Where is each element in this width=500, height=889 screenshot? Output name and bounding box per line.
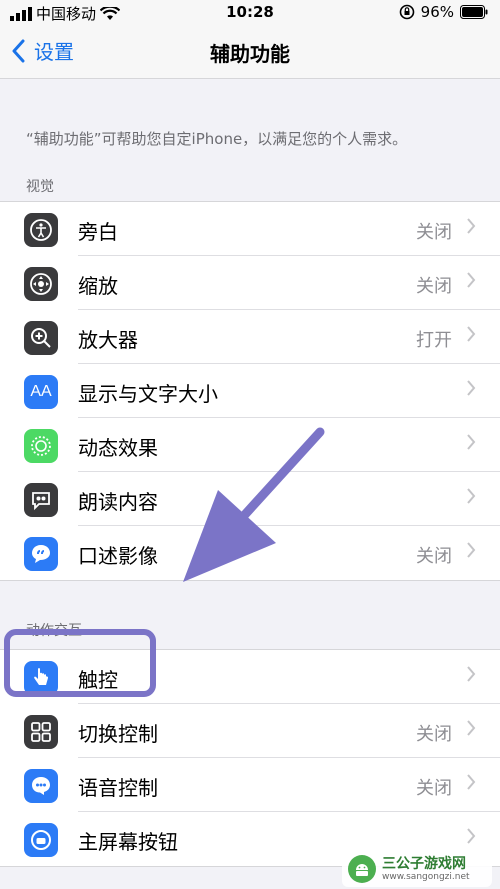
watermark-title: 三公子游戏网 (382, 855, 466, 872)
zoom-icon (24, 267, 58, 301)
watermark-text: 三公子游戏网 www.sangongzi.net (382, 855, 470, 882)
voice-control-icon (24, 769, 58, 803)
android-logo-icon (348, 855, 376, 883)
battery-percent: 96% (420, 3, 454, 21)
row-label: 放大器 (78, 328, 138, 352)
chevron-right-icon (467, 218, 476, 234)
section-header-vision: 视觉 (26, 179, 54, 195)
chevron-right-icon (467, 272, 476, 288)
row-label: 动态效果 (78, 436, 158, 460)
home-button-icon (24, 823, 58, 857)
text-size-icon: AA (24, 375, 58, 409)
switch-control-icon (24, 715, 58, 749)
row-label: 语音控制 (78, 776, 158, 800)
orientation-lock-icon (399, 4, 414, 20)
row-motion[interactable]: 动态效果 (0, 418, 500, 472)
battery-info: 96% (399, 3, 488, 21)
row-label: 缩放 (78, 274, 118, 298)
row-switch-control[interactable]: 切换控制 关闭 (0, 704, 500, 758)
audio-description-icon (24, 537, 58, 571)
chevron-right-icon (467, 542, 476, 558)
row-value: 关闭 (416, 546, 452, 567)
navigation-bar: 设置 辅助功能 (0, 26, 500, 79)
row-audio-descriptions[interactable]: 口述影像 关闭 (0, 526, 500, 580)
row-label: 口述影像 (78, 544, 158, 568)
row-spoken-content[interactable]: 朗读内容 (0, 472, 500, 526)
battery-icon (460, 5, 488, 19)
row-label: 切换控制 (78, 722, 158, 746)
vision-group: 旁白 关闭 缩放 关闭 放大器 打开 AA 显示与文字大小 动态效果 朗读内容 … (0, 201, 500, 581)
watermark-url: www.sangongzi.net (382, 871, 470, 882)
chevron-right-icon (467, 720, 476, 736)
row-value: 关闭 (416, 222, 452, 243)
chevron-right-icon (467, 666, 476, 682)
site-watermark: 三公子游戏网 www.sangongzi.net (342, 851, 492, 887)
chevron-right-icon (467, 326, 476, 342)
row-magnifier[interactable]: 放大器 打开 (0, 310, 500, 364)
magnifier-icon (24, 321, 58, 355)
chevron-right-icon (467, 380, 476, 396)
row-label: 主屏幕按钮 (78, 830, 178, 854)
row-value: 关闭 (416, 724, 452, 745)
row-voiceover[interactable]: 旁白 关闭 (0, 202, 500, 256)
motion-icon (24, 429, 58, 463)
row-label: 旁白 (78, 220, 118, 244)
row-value: 打开 (416, 330, 452, 351)
row-label: 显示与文字大小 (78, 382, 218, 406)
row-display-text-size[interactable]: AA 显示与文字大小 (0, 364, 500, 418)
row-value: 关闭 (416, 778, 452, 799)
chevron-right-icon (467, 828, 476, 844)
chevron-right-icon (467, 434, 476, 450)
row-voice-control[interactable]: 语音控制 关闭 (0, 758, 500, 812)
row-zoom[interactable]: 缩放 关闭 (0, 256, 500, 310)
page-title: 辅助功能 (210, 42, 290, 66)
voiceover-icon (24, 213, 58, 247)
row-label: 朗读内容 (78, 490, 158, 514)
row-value: 关闭 (416, 276, 452, 297)
touch-highlight-box (4, 629, 156, 697)
status-bar: 中国移动 10:28 96% (0, 0, 500, 26)
chevron-right-icon (467, 774, 476, 790)
spoken-content-icon (24, 483, 58, 517)
chevron-right-icon (467, 488, 476, 504)
page-description: “辅助功能”可帮助您自定iPhone，以满足您的个人需求。 (26, 130, 408, 148)
